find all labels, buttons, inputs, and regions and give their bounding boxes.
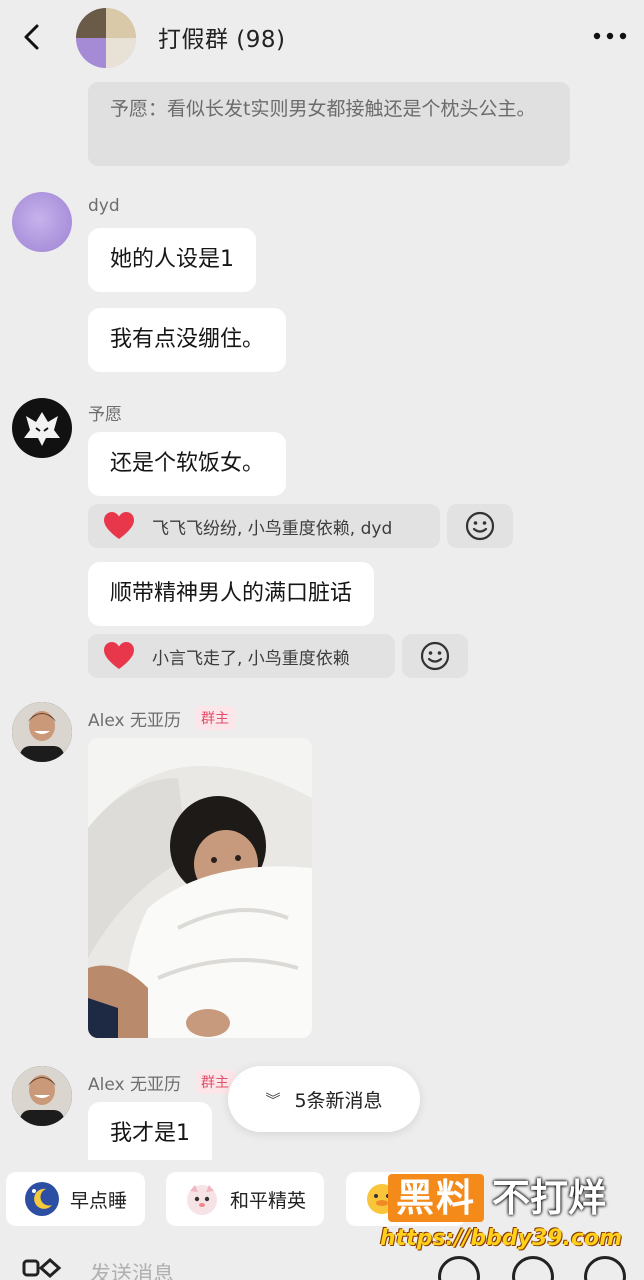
- sender-name: Alex 无亚历: [88, 711, 181, 731]
- heart-icon: [104, 512, 134, 539]
- heart-icon: [104, 642, 134, 669]
- double-chevron-down-icon: ︾: [265, 1090, 281, 1109]
- add-reaction-button[interactable]: [447, 504, 513, 548]
- reaction-users: 小言飞走了, 小鸟重度依赖: [152, 648, 350, 669]
- chat-title: 打假群 (98): [158, 27, 286, 53]
- watermark-slogan: 不打烊: [492, 1176, 607, 1220]
- reaction-users: 飞飞飞纷纷, 小鸟重度依赖, dyd: [152, 518, 393, 539]
- more-horizontal-icon[interactable]: [592, 26, 628, 46]
- message-bubble[interactable]: 她的人设是1: [88, 228, 256, 292]
- owner-badge: 群主: [195, 706, 235, 730]
- quick-chip-label: 和平精英: [230, 1189, 307, 1212]
- quick-chip[interactable]: 和平精英: [166, 1172, 325, 1226]
- chevron-left-icon[interactable]: [18, 22, 48, 52]
- moon-sleep-icon: [25, 1182, 59, 1216]
- reaction-bar[interactable]: 飞飞飞纷纷, 小鸟重度依赖, dyd: [88, 504, 440, 548]
- photo-woman-in-bed: [88, 738, 312, 1038]
- message-bubble[interactable]: 我有点没绷住。: [88, 308, 287, 372]
- quick-chip-label: 早点睡: [70, 1189, 128, 1212]
- quick-chip[interactable]: 早点睡: [6, 1172, 146, 1226]
- add-reaction-button[interactable]: [402, 634, 468, 678]
- image-message[interactable]: [88, 738, 312, 1038]
- quoted-message[interactable]: 予愿：看似长发t实则男女都接触还是个枕头公主。: [88, 82, 570, 166]
- message-bubble[interactable]: 顺带精神男人的满口脏话: [88, 562, 375, 626]
- watermark-url: https://bbdy39.com: [380, 1226, 623, 1251]
- avatar[interactable]: [12, 702, 72, 762]
- message-bubble[interactable]: 我才是1: [88, 1102, 212, 1160]
- emoji-icon: [465, 511, 495, 541]
- cat-sticker-icon: [187, 1185, 217, 1215]
- reaction-bar[interactable]: 小言飞走了, 小鸟重度依赖: [88, 634, 395, 678]
- cat-logo-icon: [24, 412, 60, 446]
- group-avatar[interactable]: [76, 8, 136, 68]
- person-photo: [12, 702, 72, 762]
- chat-header: 打假群 (98): [0, 0, 644, 76]
- person-photo: [12, 1066, 72, 1126]
- avatar[interactable]: [12, 398, 72, 458]
- watermark: 黑料 不打烊 https://bbdy39.com: [380, 1168, 630, 1280]
- apps-icon[interactable]: [22, 1258, 62, 1280]
- watermark-brand: 黑料: [396, 1176, 477, 1220]
- avatar[interactable]: [12, 1066, 72, 1126]
- sender-name: Alex 无亚历: [88, 1075, 181, 1095]
- message-bubble[interactable]: 还是个软饭女。: [88, 432, 287, 496]
- emoji-icon: [420, 641, 450, 671]
- new-messages-label: 5条新消息: [294, 1089, 383, 1112]
- new-messages-button[interactable]: ︾ 5条新消息: [228, 1066, 420, 1132]
- sender-name: 予愿: [88, 405, 122, 425]
- avatar[interactable]: [12, 192, 72, 252]
- message-input[interactable]: 发送消息: [90, 1258, 174, 1280]
- sender-name: dyd: [88, 196, 120, 216]
